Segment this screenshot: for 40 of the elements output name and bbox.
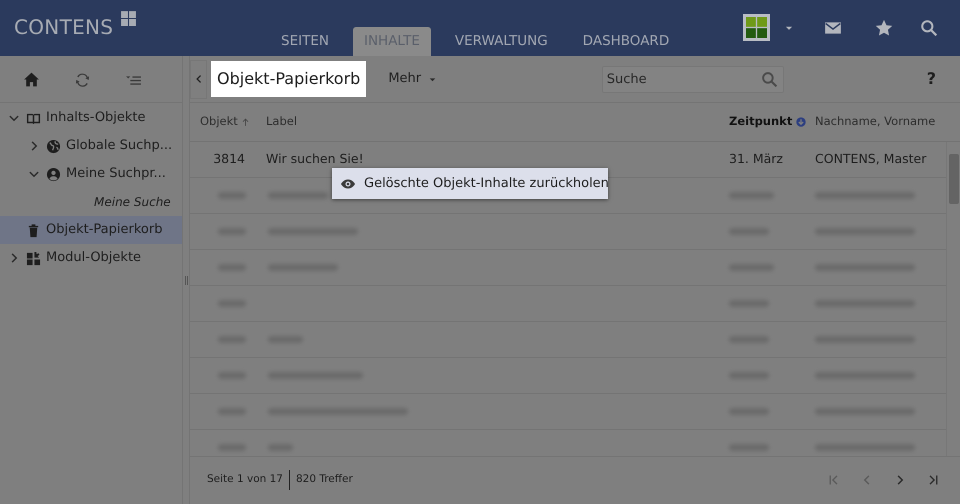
table-cell-text: 31. März [728,150,784,168]
context-menu-item[interactable]: Gelöschte Objekt-Inhalte zurückholen [332,168,608,199]
search-icon[interactable] [760,70,778,88]
page-title: Objekt-Papierkorb [211,60,366,98]
tree-item[interactable]: Globale Suchp... [0,132,182,160]
chevron-left-icon [194,74,204,84]
home-icon[interactable] [23,70,40,88]
more-menu-button[interactable]: Mehr [388,69,437,89]
column-header[interactable]: Zeitpunkt [729,113,792,131]
nav-tab[interactable]: VERWALTUNG [444,26,559,56]
hit-count: 820 Treffer [296,472,353,488]
scrollbar[interactable] [946,142,960,456]
tree-item[interactable]: Inhalts-Objekte [0,104,182,132]
blocks-icon [26,250,41,266]
page-info: Seite 1 von 17 [207,472,283,488]
table-cell-text: Wir suchen Sie! [265,150,365,168]
search-field[interactable]: Suche [602,66,784,92]
collapse-button[interactable] [190,60,207,98]
search-icon[interactable] [920,19,938,37]
trash-icon [26,222,41,238]
star-icon[interactable] [875,19,893,37]
user-circle-icon [46,166,61,182]
column-header[interactable]: Label [266,113,298,131]
globe-icon [46,138,61,154]
nav-tab[interactable]: DASHBOARD [572,26,680,56]
tree-item[interactable]: Objekt-Papierkorb [0,216,182,244]
column-header[interactable]: Objekt [200,113,238,131]
tree-item[interactable]: Meine Suche [0,188,182,216]
tree-item[interactable]: Modul-Objekte [0,244,182,272]
tree-item[interactable]: Meine Suchpr... [0,160,182,188]
column-header[interactable]: Nachname, Vorname [815,113,936,131]
table-cell-text: CONTENS, Master [814,150,928,168]
refresh-icon[interactable] [74,70,91,88]
nav-tab[interactable]: SEITEN [270,26,340,56]
help-button[interactable]: ? [926,67,936,91]
app-logo: CONTENS [14,14,114,41]
apps-grid-button[interactable] [743,14,770,40]
last-page-icon[interactable] [927,474,939,486]
grid-logo-icon [120,10,137,27]
table-cell-text: 3814 [212,150,246,168]
